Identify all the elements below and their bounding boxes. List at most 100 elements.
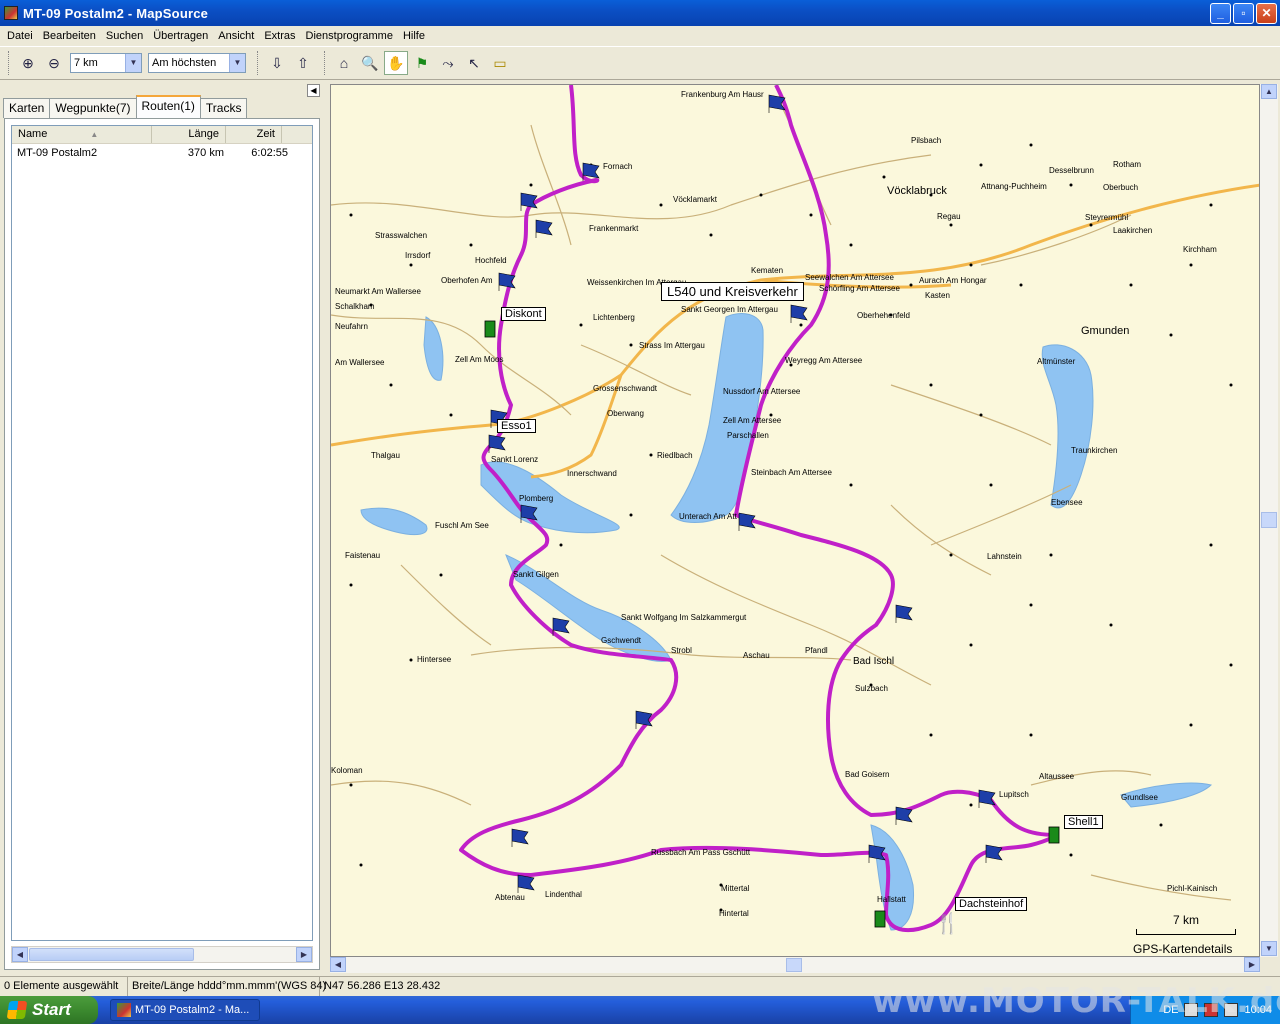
title-bar: MT-09 Postalm2 - MapSource _ ▫ ✕ (0, 0, 1280, 26)
tab-content: Name ▲ Länge Zeit MT-09 Postalm2 370 km … (4, 118, 320, 970)
zoom-select[interactable]: 7 km ▼ (70, 53, 142, 73)
menu-bar: Datei Bearbeiten Suchen Übertragen Ansic… (0, 26, 1280, 46)
svg-text:Sankt Wolfgang Im Salzkammergu: Sankt Wolfgang Im Salzkammergut (621, 613, 747, 622)
svg-text:Bad Ischl: Bad Ischl (853, 656, 894, 667)
svg-text:Aschau: Aschau (743, 651, 770, 660)
toolbar-grip[interactable] (8, 51, 11, 75)
svg-text:Frankenburg Am Hausr: Frankenburg Am Hausr (681, 90, 764, 99)
svg-text:Unterach Am Att: Unterach Am Att (679, 512, 738, 521)
map-vertical-scrollbar[interactable]: ▲ ▼ (1260, 84, 1278, 957)
detail-select[interactable]: Am höchsten ▼ (148, 53, 246, 73)
lake-traunsee (1041, 344, 1094, 509)
app-icon (4, 6, 18, 20)
svg-text:Desselbrunn: Desselbrunn (1049, 166, 1094, 175)
svg-text:Kematen: Kematen (751, 266, 783, 275)
svg-text:Plomberg: Plomberg (519, 494, 553, 503)
svg-text:Irrsdorf: Irrsdorf (405, 251, 431, 260)
chevron-down-icon[interactable]: ▼ (125, 54, 141, 72)
scale-bar (1136, 929, 1236, 935)
zoom-in-icon[interactable]: ⊕ (16, 51, 40, 75)
map-label-diskont[interactable]: Diskont (501, 307, 546, 321)
start-button[interactable]: Start (0, 996, 98, 1024)
scroll-left-icon[interactable]: ◀ (12, 947, 28, 962)
zoom-tool-icon[interactable]: 🔍 (358, 51, 382, 75)
list-item[interactable]: MT-09 Postalm2 370 km 6:02:55 (12, 144, 312, 162)
menu-extras[interactable]: Extras (259, 30, 300, 42)
scroll-left-icon[interactable]: ◀ (330, 957, 346, 972)
collapse-panel-icon[interactable]: ◀ (307, 84, 320, 97)
svg-text:Sankt Lorenz: Sankt Lorenz (491, 455, 538, 464)
menu-dienstprogramme[interactable]: Dienstprogramme (301, 30, 398, 42)
svg-text:Gschwendt: Gschwendt (601, 636, 642, 645)
close-button[interactable]: ✕ (1256, 3, 1277, 24)
svg-text:Oberhofen Am: Oberhofen Am (441, 276, 493, 285)
map-label-dachsteinhof[interactable]: Dachsteinhof (955, 897, 1028, 911)
fuel-icons (484, 320, 1060, 928)
svg-text:Laakirchen: Laakirchen (1113, 226, 1152, 235)
minimize-button[interactable]: _ (1210, 3, 1231, 24)
map-label-esso[interactable]: Esso1 (497, 419, 536, 433)
list-horizontal-scrollbar[interactable]: ◀ ▶ (11, 946, 313, 963)
svg-text:Seewalchen Am Attersee: Seewalchen Am Attersee (805, 273, 894, 282)
column-header-time[interactable]: Zeit (226, 126, 282, 143)
tab-karten[interactable]: Karten (3, 98, 51, 118)
svg-text:Lindenthal: Lindenthal (545, 890, 582, 899)
tab-wegpunkte[interactable]: Wegpunkte(7) (49, 98, 137, 118)
menu-bearbeiten[interactable]: Bearbeiten (38, 30, 101, 42)
svg-text:Neufahrn: Neufahrn (335, 322, 368, 331)
waypoint-tool-icon[interactable]: ⚑ (410, 51, 434, 75)
scrollbar-thumb[interactable] (1261, 512, 1277, 528)
left-panel: ◀ Karten Wegpunkte(7) Routen(1) Tracks N… (0, 82, 326, 972)
toolbar-grip[interactable] (324, 51, 327, 75)
svg-text:Altaussee: Altaussee (1039, 772, 1075, 781)
status-coords: N47 56.286 E13 28.432 (324, 980, 441, 992)
column-header-name[interactable]: Name ▲ (12, 126, 152, 143)
scroll-down-icon[interactable]: ▼ (1261, 941, 1277, 956)
map-tool-icon[interactable]: ⌂ (332, 51, 356, 75)
map-canvas[interactable]: 🍴 Frankenburg Am Hausr Fornach Vöcklamar… (330, 84, 1260, 957)
column-header-length[interactable]: Länge (152, 126, 226, 143)
chevron-down-icon[interactable]: ▼ (229, 54, 245, 72)
map-horizontal-scrollbar[interactable]: ◀ ▶ (330, 957, 1260, 973)
zoom-out-icon[interactable]: ⊖ (42, 51, 66, 75)
scrollbar-thumb[interactable] (29, 948, 194, 961)
scroll-up-icon[interactable]: ▲ (1261, 84, 1277, 99)
svg-text:Lichtenberg: Lichtenberg (593, 313, 635, 322)
menu-datei[interactable]: Datei (2, 30, 38, 42)
svg-text:Pfandl: Pfandl (805, 646, 828, 655)
svg-text:Schalkham: Schalkham (335, 302, 375, 311)
menu-hilfe[interactable]: Hilfe (398, 30, 430, 42)
taskbar-item-mapsource[interactable]: MT-09 Postalm2 - Ma... (110, 999, 260, 1021)
maximize-button[interactable]: ▫ (1233, 3, 1254, 24)
svg-text:Weyregg Am Attersee: Weyregg Am Attersee (785, 356, 863, 365)
menu-uebertragen[interactable]: Übertragen (148, 30, 213, 42)
route-length: 370 km (187, 147, 224, 159)
tab-tracks[interactable]: Tracks (199, 98, 248, 118)
svg-text:Vöcklabruck: Vöcklabruck (887, 185, 947, 197)
svg-text:Thalgau: Thalgau (371, 451, 400, 460)
route-time: 6:02:55 (251, 147, 288, 159)
menu-ansicht[interactable]: Ansicht (213, 30, 259, 42)
gps-detail-label: GPS-Kartendetails (1133, 942, 1233, 956)
hand-tool-icon[interactable]: ✋ (384, 51, 408, 75)
toolbar-grip[interactable] (257, 51, 260, 75)
map-label-kreisverkehr[interactable]: L540 und Kreisverkehr (661, 282, 804, 301)
svg-text:Vöcklamarkt: Vöcklamarkt (673, 195, 718, 204)
send-to-device-icon[interactable]: ⇧ (291, 51, 315, 75)
lakes (360, 313, 1212, 931)
distance-tool-icon[interactable]: ▭ (488, 51, 512, 75)
map-label-shell[interactable]: Shell1 (1064, 815, 1103, 829)
route-list: Name ▲ Länge Zeit MT-09 Postalm2 370 km … (11, 125, 313, 941)
svg-text:Abtenau: Abtenau (495, 893, 525, 902)
menu-suchen[interactable]: Suchen (101, 30, 148, 42)
svg-text:Hallstatt: Hallstatt (877, 895, 907, 904)
receive-from-device-icon[interactable]: ⇩ (265, 51, 289, 75)
scroll-right-icon[interactable]: ▶ (1244, 957, 1260, 972)
svg-text:Innerschwand: Innerschwand (567, 469, 617, 478)
route-tool-icon[interactable]: ⤳ (436, 51, 460, 75)
scrollbar-thumb[interactable] (786, 958, 802, 972)
selection-tool-icon[interactable]: ↖ (462, 51, 486, 75)
tab-routen[interactable]: Routen(1) (135, 95, 201, 118)
status-selection: 0 Elemente ausgewählt (0, 977, 128, 996)
scroll-right-icon[interactable]: ▶ (296, 947, 312, 962)
